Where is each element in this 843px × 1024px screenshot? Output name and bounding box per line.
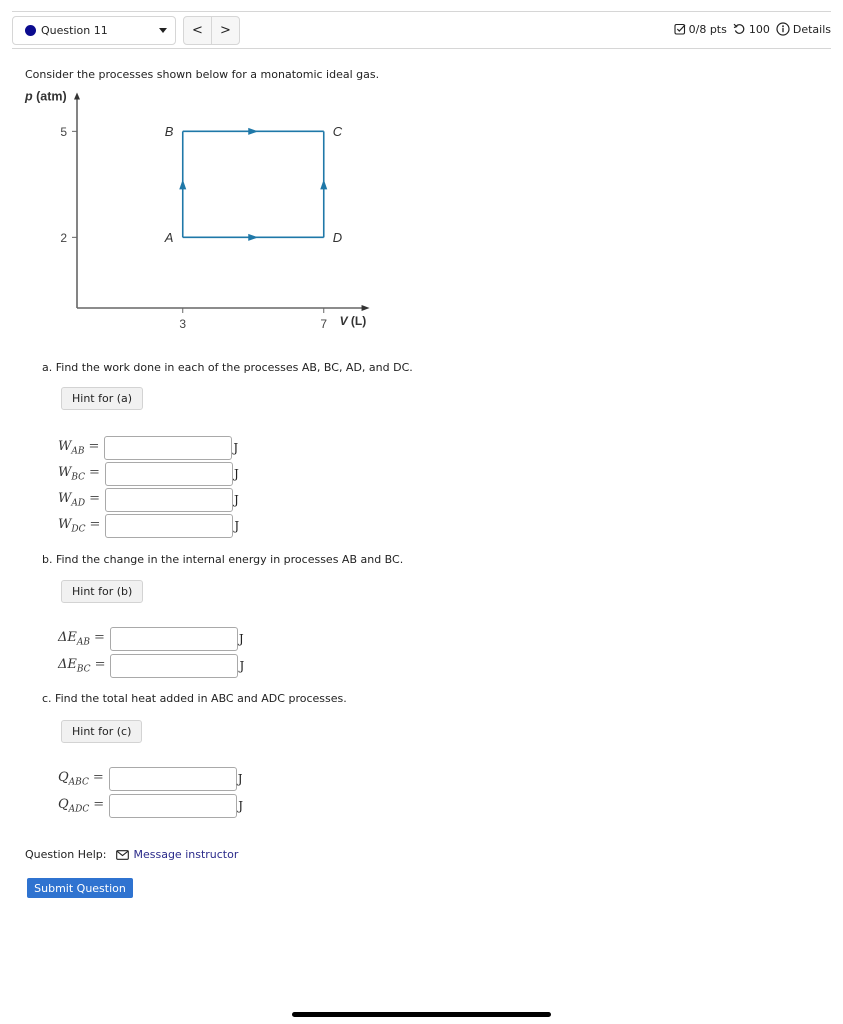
retry-icon [733, 23, 746, 35]
answer-row-w-dc: WDC = J [58, 514, 239, 538]
attempts-text: 100 [748, 22, 770, 36]
question-toolbar: Question 11 < > 0/8 pts 100 Details [12, 11, 831, 49]
submit-question-button[interactable]: Submit Question [27, 878, 133, 898]
details-button[interactable]: Details [776, 22, 831, 36]
points-display: 0/8 pts [674, 23, 727, 36]
envelope-icon [116, 849, 130, 860]
point-label-b: B [165, 124, 174, 139]
w-dc-label: WDC = [58, 517, 101, 535]
q-abc-label: QABC = [58, 770, 104, 788]
x-axis-label: V (L) [340, 314, 367, 328]
x-tick-label: 3 [179, 317, 186, 331]
hint-c-button[interactable]: Hint for (c) [61, 720, 143, 743]
point-label-d: D [333, 230, 342, 245]
direction-arrow-icon [248, 233, 259, 241]
q-adc-input[interactable] [109, 794, 238, 818]
answer-row-w-ab: WAB = J [58, 436, 238, 460]
info-icon [776, 22, 790, 36]
point-label-c: C [333, 124, 343, 139]
q-abc-input[interactable] [108, 767, 237, 791]
status-dot-icon [25, 25, 36, 36]
unit-label: J [234, 493, 239, 507]
hint-b-button[interactable]: Hint for (b) [61, 580, 144, 603]
points-text: 0/8 pts [688, 22, 727, 36]
w-ad-label: WAD = [58, 491, 100, 509]
direction-arrow-icon [248, 127, 259, 135]
point-label-a: A [164, 230, 174, 245]
unit-label: J [233, 467, 239, 481]
answer-row-w-ad: WAD = J [58, 488, 239, 512]
checkbox-icon [674, 23, 686, 35]
w-ab-label: WAB = [58, 439, 100, 457]
answer-row-q-abc: QABC = J [58, 767, 243, 791]
message-instructor-link[interactable]: Message instructor [116, 848, 238, 861]
pv-diagram: p (atm) V (L) 5 2 3 7 A B C D [24, 90, 370, 331]
question-selector[interactable]: Question 11 [12, 16, 176, 45]
next-question-button[interactable]: > [211, 17, 239, 44]
x-tick-label: 7 [320, 317, 327, 331]
answer-row-de-ab: ΔEAB = J [58, 627, 244, 651]
w-dc-input[interactable] [105, 514, 234, 538]
unit-label: J [233, 441, 239, 455]
home-indicator [292, 1012, 551, 1017]
question-help-label: Question Help: [25, 848, 107, 861]
previous-question-button[interactable]: < [184, 17, 211, 44]
de-ab-input[interactable] [109, 627, 238, 651]
question-intro: Consider the processes shown below for a… [25, 68, 380, 81]
direction-arrow-icon [179, 179, 187, 190]
answer-row-q-adc: QADC = J [58, 794, 243, 818]
question-selector-label: Question 11 [41, 24, 108, 37]
part-b-prompt: b. Find the change in the internal energ… [42, 553, 404, 566]
question-help: Question Help: Message instructor [25, 848, 238, 861]
w-bc-label: WBC = [58, 465, 100, 483]
hint-a-button[interactable]: Hint for (a) [61, 387, 144, 410]
details-label: Details [792, 22, 831, 36]
y-axis-label: p (atm) [24, 90, 67, 103]
de-bc-label: ΔEBC = [58, 657, 106, 675]
y-tick-label: 2 [60, 231, 67, 245]
direction-arrow-icon [320, 179, 328, 190]
question-nav: < > [183, 16, 240, 45]
de-bc-input[interactable] [110, 654, 239, 678]
de-ab-label: ΔEAB = [58, 630, 105, 648]
caret-down-icon [159, 28, 167, 33]
part-c-prompt: c. Find the total heat added in ABC and … [42, 692, 347, 705]
unit-label: J [238, 632, 244, 646]
unit-label: J [234, 519, 240, 533]
unit-label: J [238, 799, 243, 813]
q-adc-label: QADC = [58, 797, 105, 815]
answer-row-w-bc: WBC = J [58, 462, 239, 486]
unit-label: J [237, 772, 243, 786]
y-tick-label: 5 [60, 125, 67, 139]
w-bc-input[interactable] [104, 462, 233, 486]
unit-label: J [239, 659, 245, 673]
part-a-prompt: a. Find the work done in each of the pro… [42, 361, 413, 374]
w-ad-input[interactable] [105, 488, 233, 512]
w-ab-input[interactable] [104, 436, 233, 460]
y-axis-arrow-icon [74, 92, 80, 100]
answer-row-de-bc: ΔEBC = J [58, 654, 244, 678]
attempts-display: 100 [733, 23, 770, 36]
x-axis-arrow-icon [361, 305, 370, 311]
question-meta: 0/8 pts 100 Details [668, 22, 831, 36]
